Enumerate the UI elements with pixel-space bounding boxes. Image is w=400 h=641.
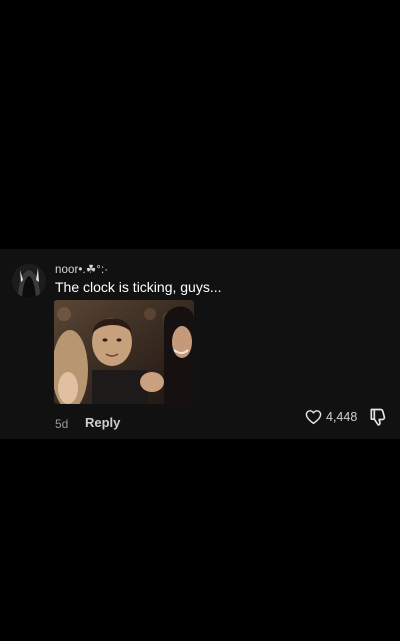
comment-media-image[interactable] (54, 300, 194, 404)
reply-button[interactable]: Reply (85, 415, 120, 430)
like-count: 4,448 (326, 410, 358, 424)
comment-username[interactable]: noor•.☘°:· (55, 262, 108, 276)
comment-time: 5d (55, 417, 69, 431)
comment-text: The clock is ticking, guys... (55, 279, 222, 295)
avatar[interactable] (12, 264, 46, 298)
like-button[interactable]: 4,448 (305, 407, 357, 427)
heart-icon (305, 410, 322, 425)
thumbs-down-icon (370, 408, 386, 426)
avatar-image (12, 264, 46, 298)
dislike-button[interactable] (368, 407, 388, 427)
